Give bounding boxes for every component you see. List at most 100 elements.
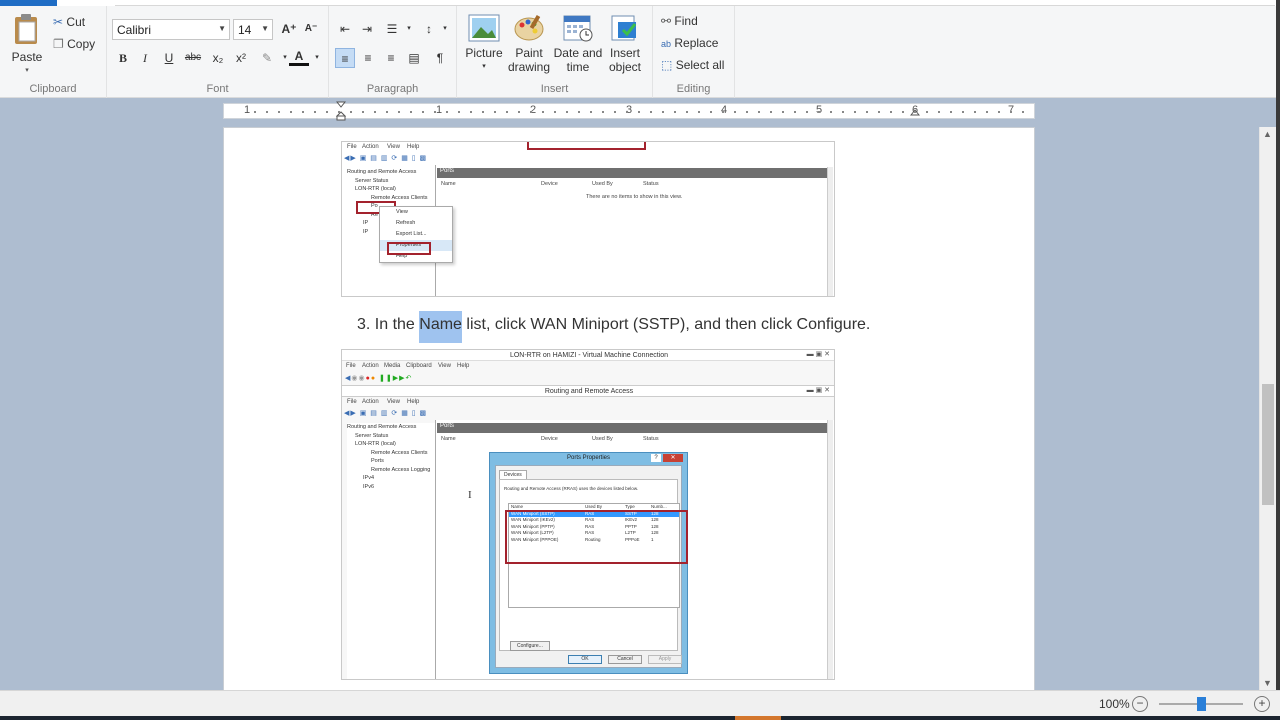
align-right-icon[interactable]: ≡: [381, 48, 401, 68]
zoom-slider[interactable]: [1159, 697, 1243, 711]
date-time-button[interactable]: Date and time: [553, 14, 603, 74]
chevron-down-icon[interactable]: ▾: [435, 19, 455, 39]
chevron-down-icon[interactable]: ▾: [399, 19, 419, 39]
font-family-select[interactable]: Calibri ▼: [112, 19, 230, 40]
ruler-tick: [542, 111, 544, 113]
italic-icon[interactable]: I: [135, 48, 155, 68]
font-size-select[interactable]: 14 ▼: [233, 19, 273, 40]
select-all-label: Select all: [675, 58, 725, 72]
highlight-color-icon[interactable]: ✎: [257, 48, 277, 68]
picture-icon: [468, 14, 500, 42]
justify-icon[interactable]: ▤: [404, 48, 424, 68]
ruler-tick: [662, 111, 664, 113]
ruler-tick: [434, 111, 436, 113]
ruler-tick: [410, 111, 412, 113]
cut-button[interactable]: ✂ Cut: [53, 15, 85, 29]
ruler-tick: [830, 111, 832, 113]
paint-drawing-label-2: drawing: [507, 60, 551, 74]
ruler-tick: [578, 111, 580, 113]
increase-indent-icon[interactable]: ⇥: [357, 19, 377, 39]
menu-action: Action: [362, 399, 379, 405]
shrink-font-icon[interactable]: A⁻: [301, 19, 321, 39]
editing-group: ⚯ Find ab Replace ⬚ Select all Editing: [653, 6, 735, 98]
superscript-icon[interactable]: x²: [231, 48, 251, 68]
scrollbar: [827, 420, 833, 679]
ruler-tick: [338, 111, 340, 113]
insert-object-button[interactable]: Insert object: [605, 14, 645, 74]
help-icon: ?: [651, 454, 661, 462]
align-center-icon[interactable]: ≡: [358, 48, 378, 68]
paragraph-settings-icon[interactable]: ¶: [430, 48, 450, 68]
tree-item: Server Status: [355, 432, 389, 439]
ruler-tick: [626, 111, 628, 113]
decrease-indent-icon[interactable]: ⇤: [335, 19, 355, 39]
bold-icon[interactable]: B: [113, 48, 133, 68]
replace-button[interactable]: ab Replace: [661, 36, 718, 50]
ruler-tick: [914, 111, 916, 113]
vm-menu-bar: File Action Media Clipboard View Help: [342, 363, 834, 372]
select-all-button[interactable]: ⬚ Select all: [661, 58, 724, 72]
column-header: Name: [441, 181, 456, 187]
ruler[interactable]: 1 1 2 3 4 5 6 7: [223, 101, 1035, 121]
ruler-tick: [974, 111, 976, 113]
tree-item: LON-RTR (local): [355, 441, 396, 447]
context-item-export: Export List...: [396, 231, 427, 237]
font-group: Calibri ▼ 14 ▼ A⁺ A⁻ B I U abc x₂ x² ✎ ▾ A…: [107, 6, 329, 98]
underline-icon[interactable]: U: [159, 48, 179, 68]
devices-description: Routing and Remote Access (RRAS) uses th…: [504, 486, 639, 491]
ruler-tick: [362, 111, 364, 113]
ruler-tick: [854, 111, 856, 113]
strikethrough-icon[interactable]: abc: [183, 48, 203, 68]
paragraph-group-label: Paragraph: [366, 83, 419, 95]
chevron-down-icon: ▼: [261, 24, 269, 33]
menu-view: View: [387, 399, 400, 405]
paint-drawing-button[interactable]: Paint drawing: [507, 14, 551, 74]
zoom-slider-thumb[interactable]: [1197, 697, 1206, 711]
editing-group-label: Editing: [676, 83, 711, 95]
paste-button[interactable]: Paste ▾: [8, 12, 46, 78]
align-left-icon[interactable]: ≡: [335, 48, 355, 68]
ruler-tick: [1022, 111, 1024, 113]
vm-menu-view: View: [438, 363, 451, 369]
ruler-tick: [614, 111, 616, 113]
ruler-tick: [314, 111, 316, 113]
find-button[interactable]: ⚯ Find: [661, 14, 698, 28]
copy-icon: ❐: [53, 37, 64, 51]
copy-button[interactable]: ❐ Copy: [53, 37, 95, 51]
empty-message: There are no items to show in this view.: [586, 194, 683, 200]
ruler-tick: [590, 111, 592, 113]
window-edge: [1276, 0, 1280, 716]
highlight-box: [505, 510, 688, 564]
ruler-tick: [806, 111, 808, 113]
scroll-thumb[interactable]: [1262, 384, 1274, 505]
picture-button[interactable]: Picture ▾: [463, 14, 505, 74]
ruler-tick: [734, 111, 736, 113]
chevron-down-icon[interactable]: ▾: [307, 48, 327, 68]
scroll-up-icon[interactable]: ▲: [1263, 129, 1272, 139]
subscript-icon[interactable]: x₂: [208, 48, 228, 68]
grow-font-icon[interactable]: A⁺: [279, 19, 299, 39]
context-item-view: View: [396, 209, 408, 215]
ruler-tick: [518, 111, 520, 113]
step-paragraph[interactable]: 3. In the Name list, click WAN Miniport …: [357, 311, 870, 343]
font-color-icon[interactable]: A: [289, 48, 309, 66]
copy-label: Copy: [67, 37, 96, 51]
ruler-tick: [326, 111, 328, 113]
zoom-out-icon[interactable]: −: [1132, 696, 1148, 712]
zoom-in-icon[interactable]: +: [1254, 696, 1270, 712]
paste-dropdown-icon[interactable]: ▾: [8, 64, 46, 78]
ports-header: Ports: [437, 168, 828, 178]
scroll-down-icon[interactable]: ▼: [1263, 678, 1272, 688]
ruler-tick: [446, 111, 448, 113]
tree-item: IPv4: [363, 475, 375, 481]
column-header: Used By: [585, 504, 603, 509]
menu-help: Help: [407, 399, 420, 405]
tree-item: Ports: [371, 458, 384, 464]
insert-group: Picture ▾ Paint drawing Date and time In…: [457, 6, 653, 98]
ruler-tick: [722, 111, 724, 113]
ruler-tick: [350, 111, 352, 113]
ports-header: Ports: [437, 423, 828, 433]
vertical-scrollbar[interactable]: ▲ ▼: [1259, 127, 1276, 690]
ribbon: Paste ▾ ✂ Cut ❐ Copy Clipboard Calibri ▼ …: [0, 6, 1276, 98]
date-time-label-1: Date and: [553, 46, 603, 60]
